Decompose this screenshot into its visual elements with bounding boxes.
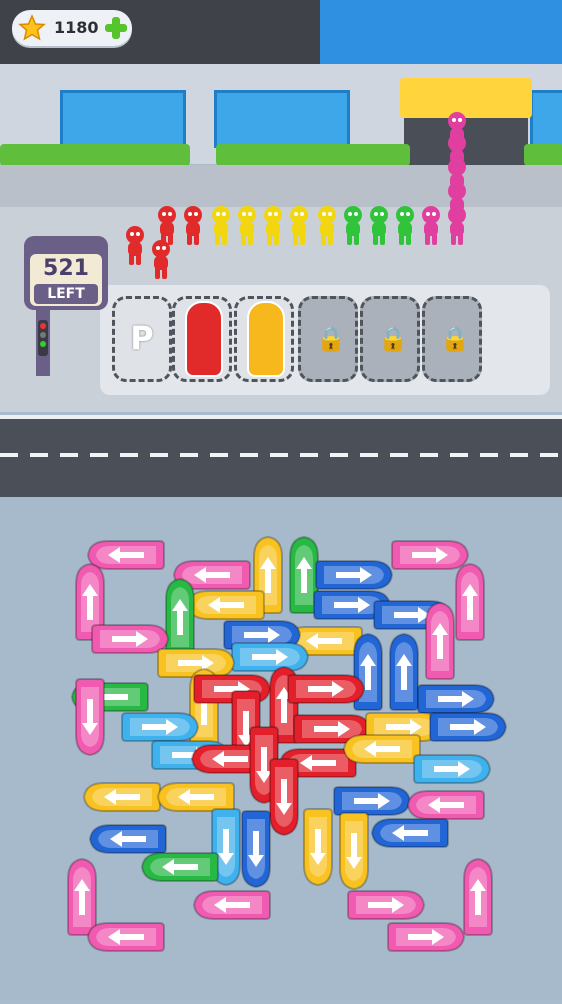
boat-blue-right[interactable] — [315, 560, 394, 590]
add-stars-button[interactable] — [104, 16, 128, 40]
boat-yellow-left[interactable] — [186, 590, 265, 620]
boat-red-down[interactable] — [269, 758, 299, 837]
passenger — [264, 206, 282, 245]
boat-yellow-left[interactable] — [156, 782, 235, 812]
lock-icon: 🔒 — [378, 325, 408, 353]
passenger — [126, 226, 144, 265]
passenger — [318, 206, 336, 245]
building-upper-windows — [320, 0, 562, 64]
boat-pink-left[interactable] — [86, 540, 165, 570]
passenger — [158, 206, 176, 245]
boat-blue-right[interactable] — [417, 684, 496, 714]
boat-blue-left[interactable] — [88, 824, 167, 854]
boat-pink-left[interactable] — [406, 790, 485, 820]
passenger — [370, 206, 388, 245]
boat-pink-right[interactable] — [391, 540, 470, 570]
window — [530, 90, 562, 148]
sidewalk — [0, 165, 562, 207]
locked-slot[interactable]: 🔒 — [422, 296, 482, 382]
locked-slot[interactable]: 🔒 — [298, 296, 358, 382]
boat-pink-left[interactable] — [86, 922, 165, 952]
boat-yellow-down[interactable] — [303, 808, 333, 887]
passenger — [212, 206, 230, 245]
parked-boat — [185, 301, 223, 377]
boat-pink-right[interactable] — [347, 890, 426, 920]
boat-pink-up[interactable] — [67, 857, 97, 936]
boat-blue-down[interactable] — [241, 810, 271, 889]
lock-icon: 🔒 — [440, 325, 470, 353]
boat-pink-down[interactable] — [75, 678, 105, 757]
boat-pink-right[interactable] — [387, 922, 466, 952]
boat-pink-left[interactable] — [192, 890, 271, 920]
occupied-slot — [172, 296, 232, 382]
remaining-count: 521 — [43, 256, 89, 281]
passenger — [238, 206, 256, 245]
boat-blue-up[interactable] — [389, 632, 419, 711]
passenger — [290, 206, 308, 245]
passenger — [396, 206, 414, 245]
boat-lightblue-right[interactable] — [121, 712, 200, 742]
boat-lightblue-right[interactable] — [231, 642, 310, 672]
boat-yellow-left[interactable] — [342, 734, 421, 764]
star-icon — [18, 14, 46, 41]
boats-layer — [67, 535, 508, 952]
passenger — [448, 112, 466, 151]
empty-slot: P — [112, 296, 172, 382]
stars-counter: 1180 — [12, 10, 132, 46]
hedge — [216, 144, 410, 166]
boat-pink-up[interactable] — [463, 857, 493, 936]
boat-green-left[interactable] — [140, 852, 219, 882]
hedge — [0, 144, 190, 166]
boat-pink-up[interactable] — [425, 601, 455, 680]
passenger — [184, 206, 202, 245]
passenger — [152, 240, 170, 279]
boat-yellow-left[interactable] — [82, 782, 161, 812]
road — [0, 415, 562, 501]
boat-lightblue-right[interactable] — [413, 754, 492, 784]
boat-blue-right[interactable] — [429, 712, 508, 742]
occupied-slot — [234, 296, 294, 382]
passenger — [422, 206, 440, 245]
traffic-light — [38, 320, 48, 356]
lane-marking — [0, 453, 562, 457]
remaining-sign: 521 LEFT — [24, 236, 108, 310]
boat-board — [0, 497, 562, 1000]
traffic-light-post — [36, 300, 50, 376]
parking-label: P — [130, 319, 154, 357]
hedge — [524, 144, 562, 166]
remaining-label: LEFT — [34, 284, 98, 304]
stars-count: 1180 — [54, 18, 99, 37]
boat-pink-right[interactable] — [91, 624, 170, 654]
locked-slot[interactable]: 🔒 — [360, 296, 420, 382]
window — [214, 90, 350, 148]
boat-pink-up[interactable] — [455, 562, 485, 641]
parked-boat — [247, 301, 285, 377]
lock-icon: 🔒 — [316, 325, 346, 353]
boat-red-right[interactable] — [287, 674, 366, 704]
boat-green-up[interactable] — [165, 577, 195, 656]
window — [60, 90, 186, 148]
passenger — [344, 206, 362, 245]
boat-yellow-down[interactable] — [339, 812, 369, 891]
boat-blue-right[interactable] — [333, 786, 412, 816]
boat-blue-left[interactable] — [370, 818, 449, 848]
